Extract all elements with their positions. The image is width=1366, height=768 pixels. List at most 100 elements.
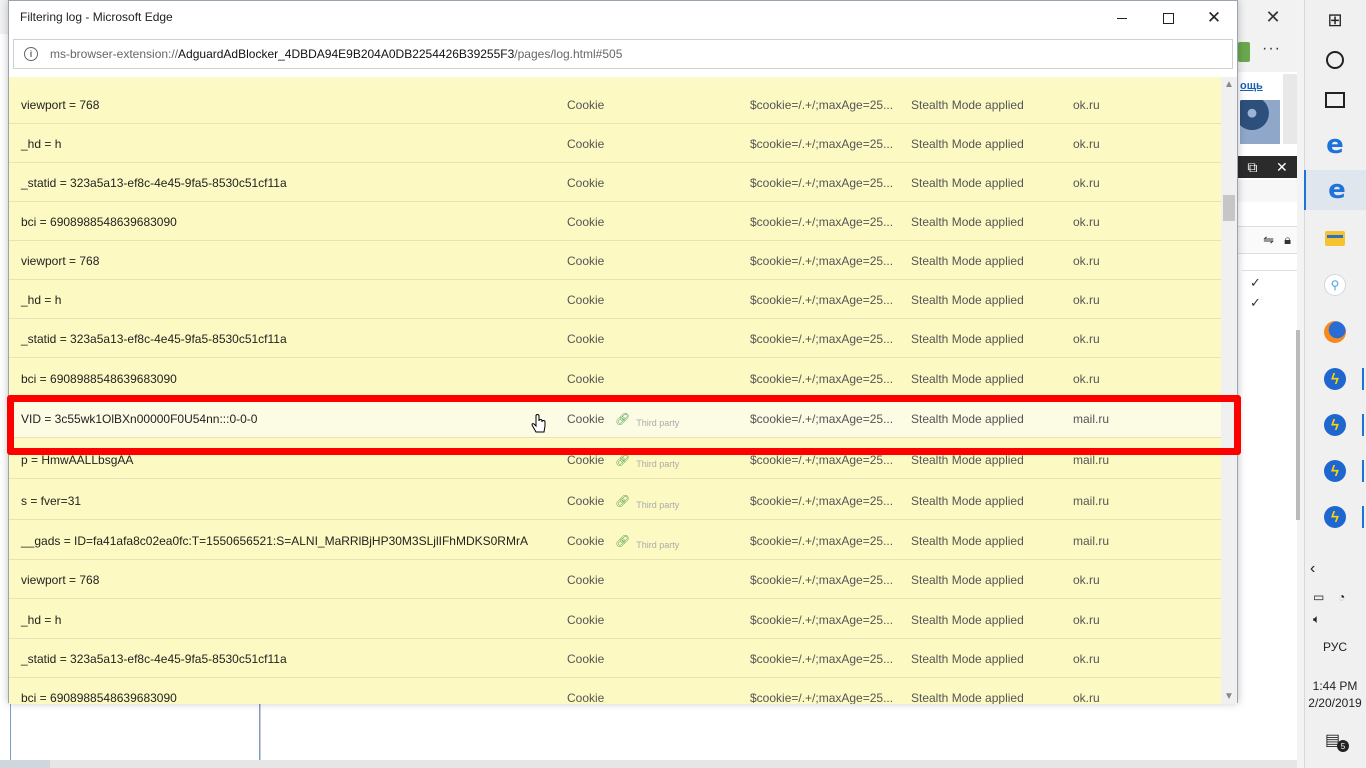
- edge-icon[interactable]: e: [1304, 125, 1366, 165]
- clock-date[interactable]: 2/20/2019: [1304, 696, 1366, 710]
- close-icon[interactable]: ✕: [1276, 159, 1288, 176]
- cookie-name: bci = 6908988548639683090: [21, 372, 177, 386]
- extension-icon[interactable]: [1238, 42, 1250, 62]
- close-button[interactable]: ✕: [1191, 1, 1237, 35]
- log-row[interactable]: _statid = 323a5a13-ef8c-4e45-9fa5-8530c5…: [9, 640, 1221, 678]
- log-row[interactable]: s = fver=31 Cookie 🔗︎ Third party $cookie=/.…: [9, 482, 1221, 520]
- clock-time[interactable]: 1:44 PM: [1304, 679, 1366, 693]
- scroll-down-icon[interactable]: ▼: [1224, 691, 1234, 702]
- minimize-icon: [1117, 17, 1127, 19]
- background-dark-toolbar: ⧉ ✕: [1238, 156, 1297, 178]
- request-domain: ok.ru: [1073, 293, 1100, 307]
- volume-muted-icon[interactable]: 🔈︎: [1313, 612, 1320, 627]
- cookie-name: bci = 6908988548639683090: [21, 215, 177, 229]
- rule-source: Stealth Mode applied: [911, 372, 1024, 386]
- restore-window-icon[interactable]: ⧉: [1247, 159, 1257, 176]
- rule-source: Stealth Mode applied: [911, 293, 1024, 307]
- background-page-link[interactable]: ощь: [1240, 80, 1263, 92]
- request-type: Cookie: [567, 293, 605, 307]
- log-row[interactable]: bci = 6908988548639683090 Cookie $cookie=/…: [9, 203, 1221, 241]
- edge-active-icon[interactable]: e: [1304, 170, 1366, 210]
- log-row[interactable]: bci = 6908988548639683090 Cookie $cookie=/…: [9, 360, 1221, 398]
- rule-source: Stealth Mode applied: [911, 652, 1024, 666]
- background-status-strip: [0, 760, 1297, 768]
- bolt-app-icon[interactable]: ϟ: [1304, 359, 1366, 399]
- background-page-scrollbar[interactable]: [1283, 74, 1297, 144]
- request-type: Cookie: [567, 453, 605, 467]
- more-options-icon[interactable]: ···: [1262, 40, 1281, 58]
- bolt-app-icon[interactable]: ϟ: [1304, 451, 1366, 491]
- log-row[interactable]: viewport = 768 Cookie $cookie=/.+/;maxAge=…: [9, 242, 1221, 280]
- teams-icon[interactable]: ⚲: [1304, 265, 1366, 305]
- rule-source: Stealth Mode applied: [911, 453, 1024, 467]
- log-row[interactable]: _hd = h Cookie $cookie=/.+/;maxAge=25... St…: [9, 281, 1221, 319]
- log-row[interactable]: __gads = ID=fa41afa8c02ea0fc:T=155065652…: [9, 522, 1221, 560]
- request-type: Cookie: [567, 332, 605, 346]
- third-party-label: Third party: [636, 500, 680, 510]
- language-indicator[interactable]: РУС: [1304, 640, 1366, 654]
- maximize-button[interactable]: [1145, 1, 1191, 35]
- cookie-name: _hd = h: [21, 293, 62, 307]
- rule-source: Stealth Mode applied: [911, 534, 1024, 548]
- log-row[interactable]: _statid = 323a5a13-ef8c-4e45-9fa5-8530c5…: [9, 164, 1221, 202]
- scroll-up-icon[interactable]: ▲: [1224, 79, 1234, 90]
- address-bar[interactable]: i ms-browser-extension://AdguardAdBlocke…: [13, 39, 1233, 69]
- log-scrollbar[interactable]: ▲ ▼: [1221, 77, 1237, 704]
- minimize-button[interactable]: [1099, 1, 1145, 35]
- log-row[interactable]: bci = 6908988548639683090 Cookie $cookie=/…: [9, 679, 1221, 704]
- url-text[interactable]: ms-browser-extension://AdguardAdBlocker_…: [50, 47, 622, 61]
- chevron-left-icon[interactable]: ‹: [1310, 560, 1315, 578]
- file-explorer-icon[interactable]: [1304, 218, 1366, 258]
- filtering-rule: $cookie=/.+/;maxAge=25...: [750, 332, 894, 346]
- cortana-icon[interactable]: [1304, 40, 1366, 80]
- background-close-button[interactable]: ✕: [1250, 0, 1296, 34]
- rule-source: Stealth Mode applied: [911, 332, 1024, 346]
- log-row[interactable]: _hd = h Cookie $cookie=/.+/;maxAge=25... St…: [9, 601, 1221, 639]
- rule-source: Stealth Mode applied: [911, 98, 1024, 112]
- link-icon: 🔗︎: [615, 453, 631, 467]
- sync-icon[interactable]: ⇋: [1263, 232, 1274, 248]
- log-row[interactable]: viewport = 768 Cookie $cookie=/.+/;maxAge=…: [9, 561, 1221, 599]
- request-domain: ok.ru: [1073, 215, 1100, 229]
- bolt-app-icon[interactable]: ϟ: [1304, 497, 1366, 537]
- filtering-rule: $cookie=/.+/;maxAge=25...: [750, 573, 894, 587]
- filtering-log-table: viewport = 768 Cookie $cookie=/.+/;maxAge=…: [9, 77, 1221, 704]
- log-row[interactable]: _hd = h Cookie $cookie=/.+/;maxAge=25... St…: [9, 125, 1221, 163]
- background-scrollbar-thumb[interactable]: [1296, 330, 1300, 520]
- scrollbar-thumb[interactable]: [1223, 195, 1235, 221]
- windows-start-icon[interactable]: ⊞: [1304, 0, 1366, 40]
- wifi-icon[interactable]: ◔: [1338, 590, 1345, 604]
- cookie-name: viewport = 768: [21, 573, 100, 587]
- url-host: AdguardAdBlocker_4DBDA94E9B204A0DB225442…: [178, 47, 515, 61]
- bolt-app-icon[interactable]: ϟ: [1304, 405, 1366, 445]
- cookie-name: s = fver=31: [21, 494, 82, 508]
- filtering-rule: $cookie=/.+/;maxAge=25...: [750, 98, 894, 112]
- request-domain: ok.ru: [1073, 613, 1100, 627]
- firefox-icon[interactable]: [1304, 312, 1366, 352]
- request-type: Cookie: [567, 98, 605, 112]
- filtering-rule: $cookie=/.+/;maxAge=25...: [750, 494, 894, 508]
- highlight-annotation-box: [7, 395, 1241, 455]
- request-domain: ok.ru: [1073, 332, 1100, 346]
- task-view-icon[interactable]: [1304, 80, 1366, 120]
- rule-source: Stealth Mode applied: [911, 691, 1024, 704]
- filtering-rule: $cookie=/.+/;maxAge=25...: [750, 137, 894, 151]
- third-party-tag: 🔗︎ Third party: [615, 494, 680, 511]
- third-party-tag: 🔗︎ Third party: [615, 453, 679, 470]
- popup-titlebar[interactable]: Filtering log - Microsoft Edge ✕: [9, 1, 1237, 35]
- request-domain: mail.ru: [1073, 453, 1110, 467]
- background-icons-row: [1238, 180, 1297, 202]
- info-icon[interactable]: i: [24, 47, 38, 61]
- lock-icon[interactable]: 🔒︎: [1284, 232, 1291, 248]
- filtering-rule: $cookie=/.+/;maxAge=25...: [750, 691, 894, 704]
- battery-icon[interactable]: ▭: [1313, 590, 1324, 604]
- request-type: Cookie: [567, 652, 605, 666]
- third-party-label: Third party: [636, 540, 680, 550]
- filtering-rule: $cookie=/.+/;maxAge=25...: [750, 652, 894, 666]
- cookie-name: _hd = h: [21, 137, 62, 151]
- log-row[interactable]: _statid = 323a5a13-ef8c-4e45-9fa5-8530c5…: [9, 320, 1221, 358]
- background-left-panel: [10, 703, 260, 762]
- log-row[interactable]: viewport = 768 Cookie $cookie=/.+/;maxAge=…: [9, 86, 1221, 124]
- background-page-image: [1240, 100, 1280, 144]
- request-domain: ok.ru: [1073, 98, 1100, 112]
